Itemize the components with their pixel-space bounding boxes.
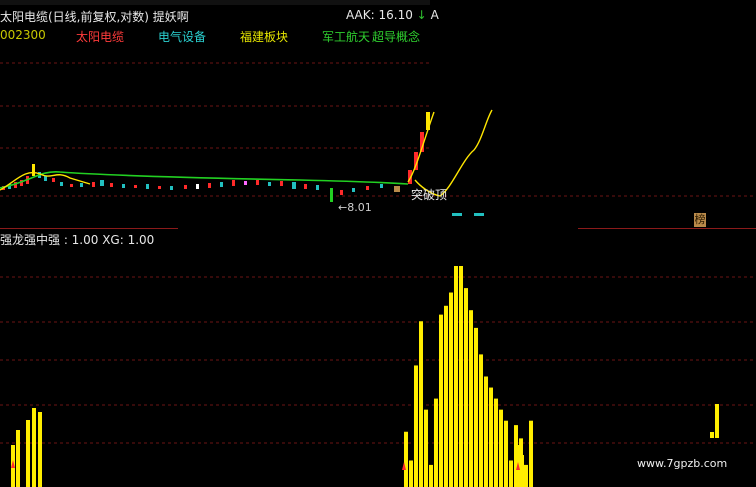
indicator-bar [434, 398, 438, 487]
indicator-bar [439, 314, 443, 487]
indicator-bar [504, 420, 508, 487]
indicator-bar [429, 464, 433, 487]
low-price-note: ←8.01 [338, 201, 372, 214]
indicator-bar [409, 460, 413, 487]
panel-separator-right [578, 228, 756, 229]
right-bars [516, 404, 719, 487]
signal-mark [474, 213, 484, 216]
candles [2, 112, 430, 202]
ranking-badge[interactable]: 榜 [694, 213, 706, 227]
indicator-bar [419, 321, 423, 487]
indicator-bar [484, 376, 488, 487]
indicator-bar [509, 460, 513, 487]
indicator-bar [424, 409, 428, 487]
indicator-bar [414, 365, 418, 487]
indicator-bar [464, 288, 468, 487]
indicator-bar [524, 464, 528, 487]
signal-mark [452, 213, 462, 216]
indicator-bar [444, 305, 448, 487]
indicator-bar [499, 409, 503, 487]
panel-separator [0, 228, 178, 229]
indicator-bar [469, 310, 473, 487]
breakout-label: 突破顶 [411, 188, 448, 202]
indicator-bar [449, 292, 453, 487]
indicator-bar [494, 398, 498, 487]
indicator-bar [454, 266, 458, 487]
ma-yellow-short [0, 171, 91, 191]
grid-lines [0, 62, 756, 444]
indicator-bar [474, 327, 478, 487]
indicator-bar [479, 354, 483, 487]
indicator-label: 强龙强中强 : 1.00 XG: 1.00 [0, 233, 155, 247]
indicator-bar [459, 266, 463, 487]
ma-yellow-line [407, 109, 493, 197]
watermark: www.7gpzb.com [637, 457, 728, 470]
indicator-bar [489, 387, 493, 487]
left-bars [11, 408, 42, 487]
indicator-bars [404, 266, 533, 487]
indicator-bar [529, 420, 533, 487]
indicator-bar [404, 431, 408, 487]
